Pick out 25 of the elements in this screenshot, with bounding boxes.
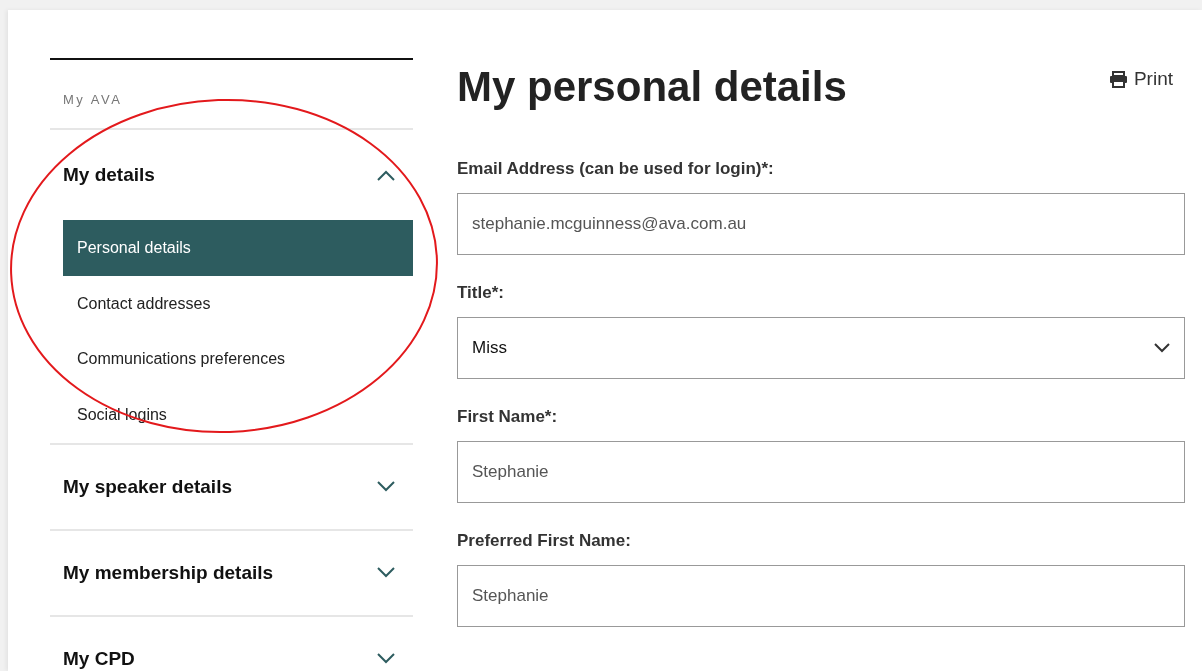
accordion-header[interactable]: My CPD (50, 616, 413, 671)
field-label: Email Address (can be used for login)*: (457, 159, 775, 179)
accordion-header[interactable]: My speaker details (50, 444, 413, 529)
chevron-icon (377, 653, 395, 665)
chevron-icon (377, 169, 395, 181)
field-label: Preferred First Name: (457, 531, 632, 551)
chevron-icon (377, 481, 395, 493)
menu-item[interactable]: Communications preferences (63, 331, 413, 388)
chevron-icon (1154, 343, 1170, 353)
menu-item[interactable]: Social logins (63, 387, 413, 443)
field-label: First Name*: (457, 407, 559, 427)
menu-item[interactable]: Contact addresses (63, 275, 413, 332)
field-label: Title*: (457, 283, 505, 303)
input-field[interactable]: Stephanie (457, 565, 1185, 627)
accordion-header[interactable]: My details (50, 130, 413, 220)
input-field[interactable]: Stephanie (457, 441, 1185, 503)
print-link[interactable]: Print (1108, 68, 1173, 90)
menu-item[interactable]: Personal details (63, 220, 413, 276)
accordion-header[interactable]: My membership details (50, 530, 413, 615)
input-field[interactable]: stephanie.mcguinness@ava.com.au (457, 193, 1185, 255)
sidebar-heading: My AVA (50, 60, 413, 130)
page-title: My personal details (457, 62, 847, 112)
title-dropdown[interactable]: Miss (457, 317, 1185, 379)
printer-icon (1108, 70, 1128, 88)
chevron-icon (377, 567, 395, 579)
